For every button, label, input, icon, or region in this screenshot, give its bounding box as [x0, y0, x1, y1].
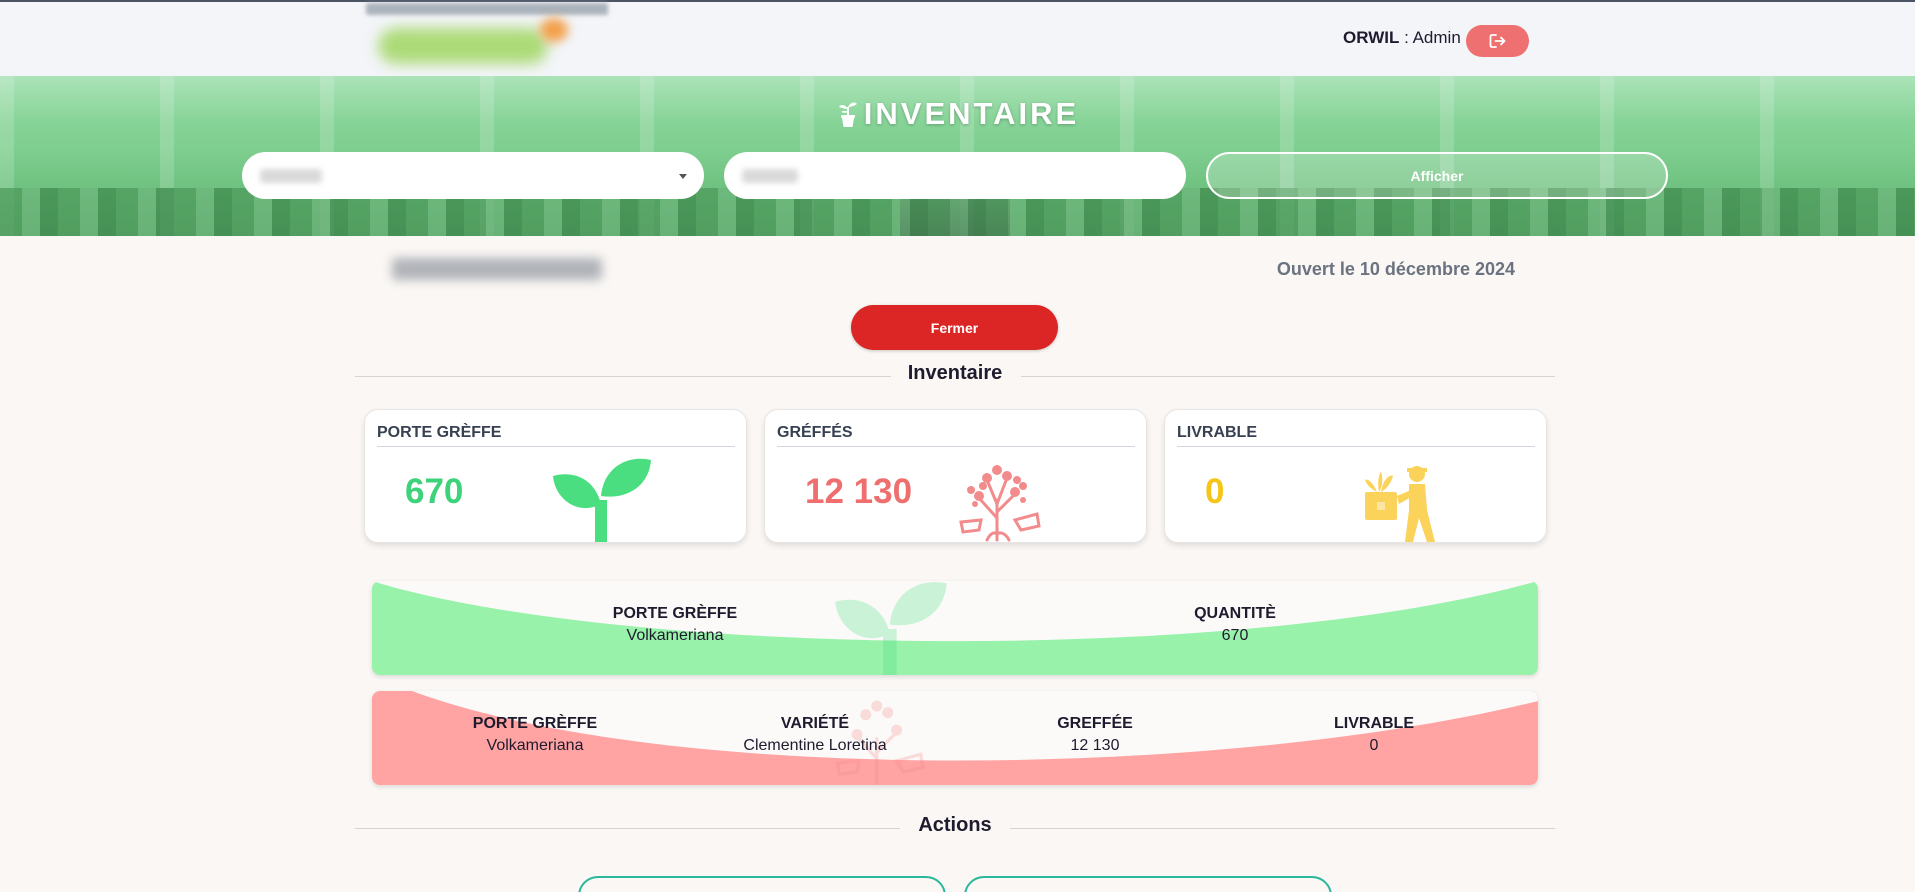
stat-card-livrable: LIVRABLE 0 — [1164, 409, 1547, 543]
actions-section-title: Actions — [918, 814, 992, 836]
detail-col-livrable: LIVRABLE 0 — [1334, 715, 1414, 755]
tank-name — [392, 258, 602, 280]
detail-col-porte-greffe: PORTE GRÈFFE Volkameriana — [613, 605, 737, 645]
rootstock-detail-row[interactable]: PORTE GRÈFFE Volkameriana QUANTITÈ 670 — [372, 581, 1538, 675]
afficher-button[interactable]: Afficher — [1206, 152, 1668, 199]
search-input[interactable] — [724, 152, 1186, 199]
sprout-watermark-icon — [835, 582, 947, 675]
inventory-section-header: Inventaire — [355, 362, 1555, 390]
stat-label: PORTE GRÈFFE — [377, 424, 735, 447]
grafted-detail-row[interactable]: PORTE GRÈFFE Volkameriana VARIÉTÉ Clemen… — [372, 691, 1538, 785]
page-title: INVENTAIRE — [0, 96, 1915, 132]
stat-card-porte-greffe: PORTE GRÈFFE 670 — [364, 409, 747, 543]
stat-label: LIVRABLE — [1177, 424, 1535, 447]
detail-col-greffee: GREFFÉE 12 130 — [1057, 715, 1133, 755]
detail-header: PORTE GRÈFFE — [472, 715, 598, 732]
detail-value: Clementine Loretina — [743, 737, 887, 754]
detail-header: GREFFÉE — [1057, 715, 1133, 732]
detail-value: 0 — [1369, 737, 1379, 754]
actions-section-header: Actions — [355, 814, 1555, 842]
page-title-text: INVENTAIRE — [863, 96, 1080, 131]
detail-header: PORTE GRÈFFE — [612, 605, 738, 622]
search-placeholder — [742, 169, 798, 183]
user-info: ORWIL : Admin — [1343, 28, 1461, 48]
detail-col-variete: VARIÉTÉ Clementine Loretina — [743, 715, 886, 755]
stat-card-greffes: GRÉFFÉS 12 130 — [764, 409, 1147, 543]
chevron-down-icon — [679, 174, 687, 179]
detail-value: Volkameriana — [486, 737, 584, 754]
select-placeholder — [260, 169, 322, 183]
stat-value: 12 130 — [805, 472, 913, 511]
action-button-1[interactable] — [578, 876, 946, 892]
action-button-2[interactable] — [964, 876, 1332, 892]
detail-value: Volkameriana — [626, 627, 724, 644]
user-role: : Admin — [1399, 28, 1461, 47]
sprout-icon — [553, 458, 651, 542]
detail-header: VARIÉTÉ — [780, 715, 850, 732]
detail-value: 12 130 — [1070, 737, 1120, 754]
stat-label: GRÉFFÉS — [777, 424, 1135, 447]
user-name: ORWIL — [1343, 28, 1400, 47]
tank-select[interactable] — [242, 152, 704, 199]
inventory-section-title: Inventaire — [907, 362, 1003, 384]
stat-value: 670 — [405, 472, 464, 511]
logout-button[interactable] — [1466, 25, 1529, 57]
detail-col-porte-greffe: PORTE GRÈFFE Volkameriana — [473, 715, 597, 755]
garden-logo[interactable] — [366, 3, 610, 68]
logout-icon — [1489, 34, 1505, 48]
detail-col-quantite: QUANTITÈ 670 — [1194, 605, 1276, 645]
opened-date: Ouvert le 10 décembre 2024 — [1276, 259, 1515, 279]
delivery-person-icon — [1365, 466, 1435, 542]
stat-value: 0 — [1205, 472, 1225, 511]
detail-value: 670 — [1221, 627, 1249, 644]
greenhouse-banner: INVENTAIRE Afficher — [0, 76, 1915, 236]
grafted-tree-icon — [959, 465, 1041, 542]
detail-header: LIVRABLE — [1334, 715, 1414, 732]
detail-header: QUANTITÈ — [1194, 605, 1276, 622]
potted-plant-icon — [838, 102, 857, 127]
top-bar: ORWIL : Admin — [0, 0, 1915, 76]
fermer-button[interactable]: Fermer — [851, 305, 1058, 350]
